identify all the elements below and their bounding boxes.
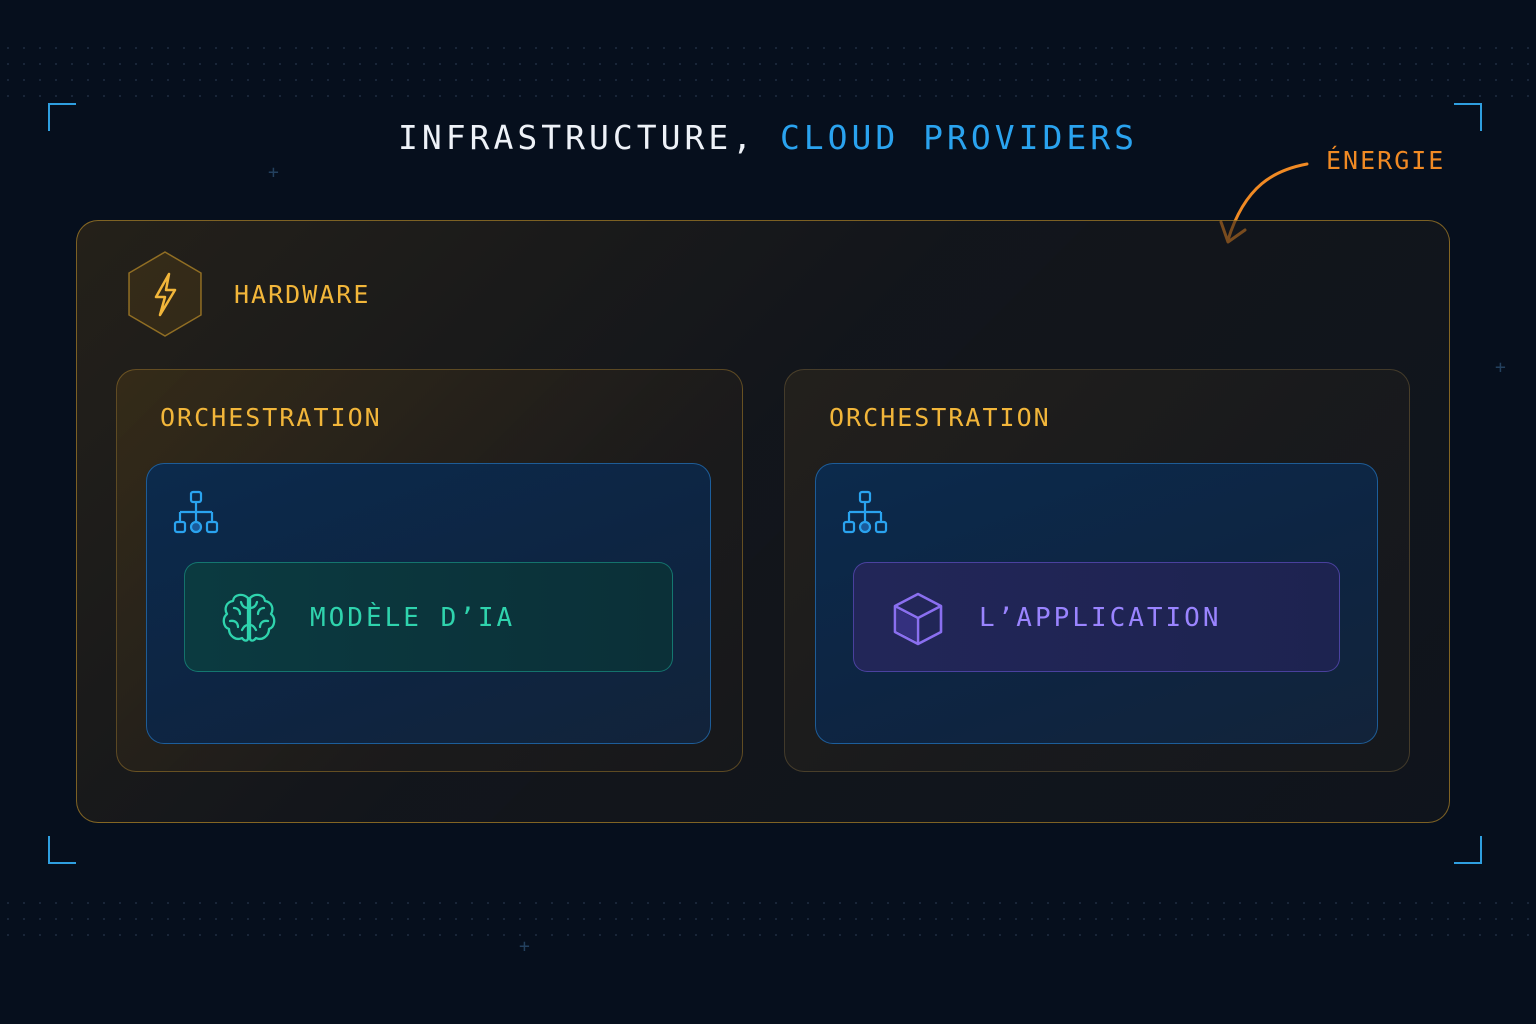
hardware-label: HARDWARE (234, 280, 371, 309)
energy-label: ÉNERGIE (1326, 146, 1446, 175)
cube-icon (893, 592, 943, 646)
brain-icon (222, 593, 276, 642)
hierarchy-tree-icon (842, 490, 888, 534)
orchestration-label-right: ORCHESTRATION (829, 403, 1051, 432)
title-part-cloud-providers: CLOUD PROVIDERS (779, 118, 1138, 157)
corner-bracket-bottom-left (48, 836, 76, 864)
hierarchy-tree-icon (173, 490, 219, 534)
lightning-bolt-icon (128, 251, 202, 337)
plus-marker: + (268, 162, 279, 183)
title-part-infrastructure: INFRASTRUCTURE, (398, 118, 780, 157)
ai-model-label: MODÈLE D’IA (310, 603, 516, 633)
corner-bracket-bottom-right (1454, 836, 1482, 864)
dot-grid-bottom (0, 895, 1536, 945)
orchestration-label-left: ORCHESTRATION (160, 403, 382, 432)
dot-grid-top (0, 40, 1536, 100)
application-label: L’APPLICATION (979, 603, 1222, 633)
plus-marker: + (1495, 357, 1506, 378)
plus-marker: + (519, 936, 530, 957)
